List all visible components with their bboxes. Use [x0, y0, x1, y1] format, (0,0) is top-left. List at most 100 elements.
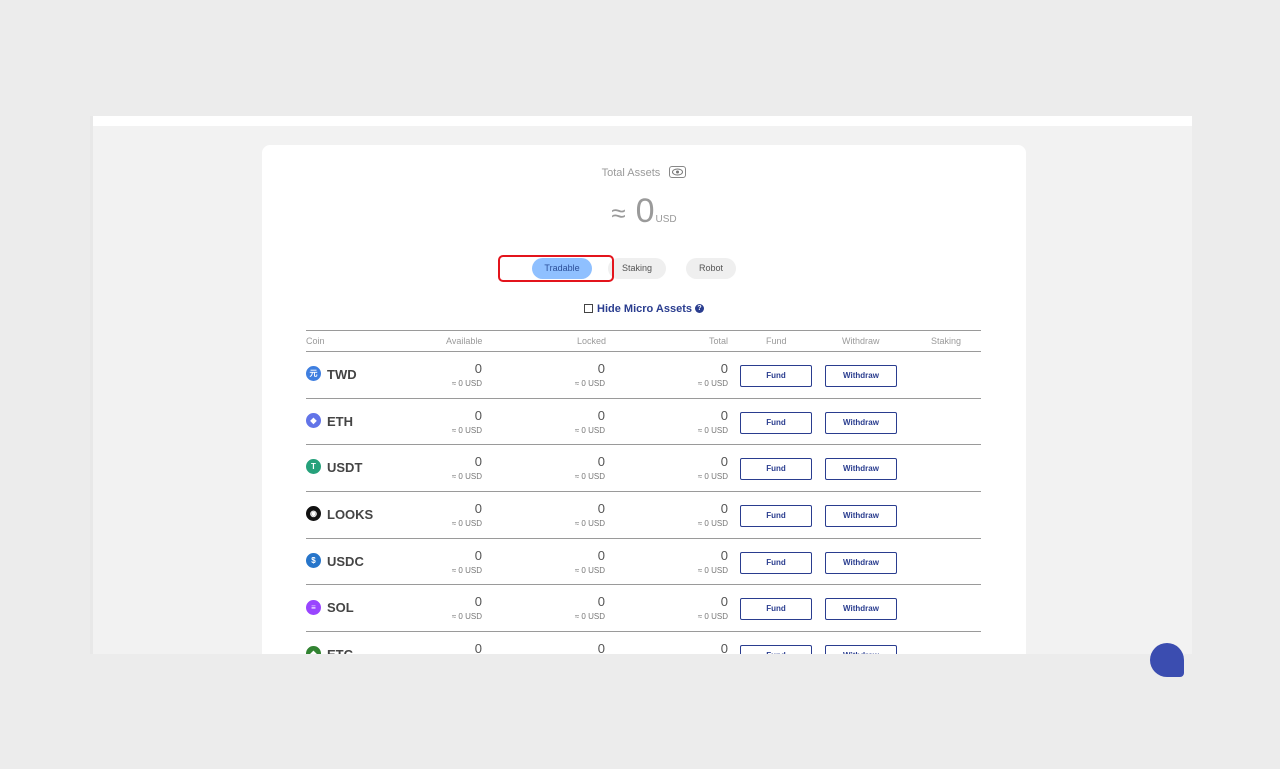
coin-cell[interactable]: ◉ LOOKS — [306, 506, 374, 523]
locked-value: 0 — [597, 594, 605, 610]
available-usd: ≈ 0 USD — [451, 612, 482, 622]
withdraw-button[interactable]: Withdraw — [825, 411, 897, 434]
available-usd: ≈ 0 USD — [451, 519, 482, 529]
total-value: 0 — [720, 361, 728, 376]
fund-button[interactable]: Fund — [740, 645, 812, 654]
header-total: Total — [709, 336, 729, 346]
locked-usd: ≈ 0 USD — [574, 612, 605, 622]
total-usd: ≈ 0 USD — [697, 519, 728, 529]
total-usd: ≈ 0 USD — [697, 425, 728, 435]
total-unit: USD — [655, 214, 677, 225]
available-cell: 0 ≈ 0 USD — [392, 539, 482, 575]
locked-value: 0 — [597, 361, 605, 376]
locked-cell: 0 ≈ 0 USD — [515, 352, 605, 388]
table-header: Coin Available Locked Total Fund Withdra… — [306, 330, 981, 352]
table-row: ◆ ETC 0 0 0 Fund Withdraw — [306, 632, 981, 654]
chat-button[interactable] — [1150, 643, 1184, 677]
app-viewport: Total Assets ≈0USD Tradable Staking Robo… — [90, 116, 1192, 654]
table-row: T USDT 0 ≈ 0 USD 0 ≈ 0 USD 0 ≈ 0 USD Fund… — [306, 445, 981, 493]
header-withdraw: Withdraw — [842, 336, 880, 346]
table-row: 元 TWD 0 ≈ 0 USD 0 ≈ 0 USD 0 ≈ 0 USD Fund … — [306, 352, 981, 399]
locked-usd: ≈ 0 USD — [574, 519, 605, 529]
fund-button[interactable]: Fund — [740, 411, 812, 434]
coin-cell[interactable]: ◆ ETH — [306, 412, 353, 430]
table-row: ◆ ETH 0 ≈ 0 USD 0 ≈ 0 USD 0 ≈ 0 USD Fund … — [306, 399, 981, 446]
total-value: 0 — [720, 501, 728, 517]
hide-micro-label: Hide Micro Assets — [597, 303, 692, 315]
available-value: 0 — [474, 454, 482, 470]
withdraw-button[interactable]: Withdraw — [825, 598, 897, 621]
asset-tabs: Tradable Staking Robot — [262, 258, 1026, 280]
available-usd: ≈ 0 USD — [451, 379, 482, 388]
available-cell: 0 ≈ 0 USD — [392, 492, 482, 528]
available-usd: ≈ 0 USD — [451, 472, 482, 482]
coin-cell[interactable]: 元 TWD — [306, 366, 357, 383]
locked-cell: 0 ≈ 0 USD — [515, 492, 605, 528]
fund-button[interactable]: Fund — [740, 551, 812, 574]
total-cell: 0 ≈ 0 USD — [638, 492, 728, 528]
fund-button[interactable]: Fund — [740, 505, 812, 528]
top-bar — [93, 116, 1192, 126]
available-cell: 0 ≈ 0 USD — [392, 585, 482, 621]
coin-symbol: SOL — [327, 600, 354, 616]
coin-symbol: LOOKS — [327, 507, 374, 523]
available-usd: ≈ 0 USD — [451, 425, 482, 435]
total-cell: 0 ≈ 0 USD — [638, 445, 728, 481]
locked-value: 0 — [597, 547, 605, 563]
coin-symbol: USDC — [327, 553, 364, 569]
total-value: 0 — [720, 594, 728, 610]
twd-icon: 元 — [306, 366, 321, 382]
header-locked: Locked — [577, 336, 607, 346]
locked-value: 0 — [597, 454, 605, 470]
help-icon[interactable]: ? — [694, 303, 704, 313]
locked-cell: 0 ≈ 0 USD — [515, 399, 605, 435]
withdraw-button[interactable]: Withdraw — [825, 551, 897, 574]
tab-staking[interactable]: Staking — [608, 258, 666, 279]
total-amount: 0 — [635, 192, 655, 230]
total-usd: ≈ 0 USD — [697, 379, 728, 388]
left-edge — [90, 116, 93, 654]
total-cell: 0 — [638, 632, 728, 654]
fund-button[interactable]: Fund — [740, 458, 812, 481]
eth-icon: ◆ — [306, 412, 321, 428]
withdraw-button[interactable]: Withdraw — [825, 458, 897, 481]
header-coin: Coin — [306, 336, 325, 346]
total-assets-value: ≈0USD — [262, 192, 1026, 231]
total-cell: 0 ≈ 0 USD — [638, 399, 728, 435]
withdraw-button[interactable]: Withdraw — [825, 365, 897, 387]
available-cell: 0 ≈ 0 USD — [392, 445, 482, 481]
coin-cell[interactable]: ◆ ETC — [306, 646, 353, 654]
available-value: 0 — [474, 641, 482, 654]
header-staking: Staking — [931, 336, 962, 346]
locked-cell: 0 ≈ 0 USD — [515, 585, 605, 621]
total-assets-header: Total Assets — [262, 166, 1026, 179]
header-fund: Fund — [766, 336, 787, 346]
coin-symbol: ETC — [327, 647, 353, 654]
locked-value: 0 — [597, 501, 605, 517]
eye-icon[interactable] — [669, 166, 687, 179]
fund-button[interactable]: Fund — [740, 365, 812, 387]
approx-symbol: ≈ — [611, 198, 626, 228]
locked-cell: 0 ≈ 0 USD — [515, 445, 605, 481]
hide-micro-assets[interactable]: Hide Micro Assets? — [262, 303, 1026, 315]
withdraw-button[interactable]: Withdraw — [825, 505, 897, 528]
assets-card: Total Assets ≈0USD Tradable Staking Robo… — [262, 145, 1026, 654]
usdc-icon: $ — [306, 552, 321, 568]
total-cell: 0 ≈ 0 USD — [638, 539, 728, 575]
available-cell: 0 ≈ 0 USD — [392, 399, 482, 435]
coin-cell[interactable]: $ USDC — [306, 552, 364, 570]
locked-usd: ≈ 0 USD — [574, 472, 605, 482]
tab-robot[interactable]: Robot — [686, 258, 736, 279]
coin-cell[interactable]: T USDT — [306, 459, 362, 476]
coin-symbol: ETH — [327, 413, 353, 429]
coin-cell[interactable]: ≡ SOL — [306, 599, 354, 616]
assets-table: Coin Available Locked Total Fund Withdra… — [306, 330, 981, 654]
total-cell: 0 ≈ 0 USD — [638, 352, 728, 388]
locked-value: 0 — [597, 641, 605, 654]
total-value: 0 — [720, 641, 728, 654]
outside-area — [0, 654, 1280, 769]
fund-button[interactable]: Fund — [740, 598, 812, 621]
table-row: ◉ LOOKS 0 ≈ 0 USD 0 ≈ 0 USD 0 ≈ 0 USD Fun… — [306, 492, 981, 539]
withdraw-button[interactable]: Withdraw — [825, 645, 897, 654]
hide-micro-checkbox[interactable] — [584, 303, 594, 313]
